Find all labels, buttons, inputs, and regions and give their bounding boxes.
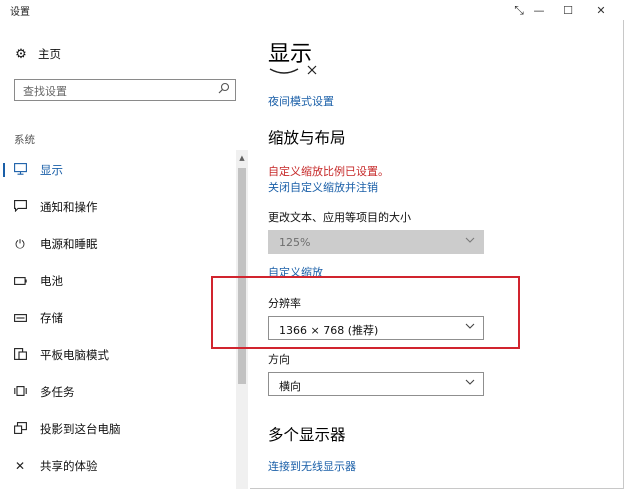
sidebar-item-label: 电源和睡眠 <box>40 237 98 251</box>
gear-icon: ⚙ <box>15 46 27 62</box>
project-icon <box>12 421 28 437</box>
close-button[interactable]: ✕ <box>586 0 616 20</box>
power-icon: ⏻ <box>15 236 25 251</box>
orientation-dropdown[interactable]: 横向 <box>268 372 484 396</box>
active-indicator <box>3 163 5 177</box>
window-title: 设置 <box>10 7 30 18</box>
sidebar-item-notifications[interactable]: 通知和操作 <box>0 193 236 221</box>
chevron-down-icon <box>465 235 475 248</box>
sidebar-item-label: 共享的体验 <box>40 459 98 473</box>
scroll-up-icon[interactable]: ▲ <box>236 152 248 164</box>
highlight-box <box>211 276 520 349</box>
storage-icon <box>12 311 28 325</box>
share-icon: ✕ <box>14 459 26 473</box>
sidebar-item-label: 多任务 <box>40 385 75 399</box>
sidebar-item-label: 存储 <box>40 311 63 325</box>
text-size-label: 更改文本、应用等项目的大小 <box>268 211 411 224</box>
scale-value: 125% <box>279 236 311 249</box>
sidebar-item-power[interactable]: ⏻ 电源和睡眠 <box>0 230 236 258</box>
monitor-icon <box>12 162 28 178</box>
settings-window: 设置 ⤡ — ☐ ✕ ⚙ 主页 查找设置 系统 显示 通知和操作 ⏻ 电源和睡眠… <box>0 0 624 489</box>
sidebar-item-project[interactable]: 投影到这台电脑 <box>0 415 236 443</box>
minimize-button[interactable]: — <box>524 0 554 20</box>
sidebar-item-label: 显示 <box>40 163 63 177</box>
sidebar-item-shared-experiences[interactable]: ✕ 共享的体验 <box>0 452 236 480</box>
custom-scale-warning: 自定义缩放比例已设置。 <box>268 165 389 178</box>
orientation-label: 方向 <box>268 353 290 366</box>
title-bar: 设置 ⤡ — ☐ ✕ <box>0 0 624 20</box>
disable-custom-scale-link[interactable]: 关闭自定义缩放并注销 <box>268 179 378 195</box>
sidebar-item-label: 平板电脑模式 <box>40 348 109 362</box>
sidebar-home[interactable]: ⚙ 主页 <box>12 44 61 64</box>
night-light-icon <box>268 64 324 78</box>
sidebar-item-battery[interactable]: 电池 <box>0 267 236 295</box>
sidebar-item-multitask[interactable]: 多任务 <box>0 378 236 406</box>
battery-icon <box>12 274 28 288</box>
multi-display-heading: 多个显示器 <box>268 426 346 444</box>
connect-wireless-display-link[interactable]: 连接到无线显示器 <box>268 458 356 474</box>
sidebar-item-storage[interactable]: 存储 <box>0 304 236 332</box>
sidebar-item-label: 投影到这台电脑 <box>40 422 121 436</box>
night-mode-settings-link[interactable]: 夜间模式设置 <box>268 93 334 109</box>
search-input[interactable]: 查找设置 <box>14 79 236 101</box>
search-placeholder: 查找设置 <box>23 85 67 98</box>
search-icon[interactable] <box>218 82 230 97</box>
tablet-mode-icon <box>12 347 28 363</box>
sidebar-item-label: 通知和操作 <box>40 200 98 214</box>
scale-dropdown: 125% <box>268 230 484 254</box>
section-system-label: 系统 <box>14 134 35 146</box>
notification-icon <box>12 199 28 215</box>
multitask-icon <box>12 385 28 399</box>
main-content: 显示 夜间模式设置 缩放与布局 自定义缩放比例已设置。 关闭自定义缩放并注销 更… <box>250 20 624 489</box>
sidebar-item-display[interactable]: 显示 <box>0 156 236 184</box>
orientation-value: 横向 <box>279 380 301 393</box>
scale-layout-heading: 缩放与布局 <box>268 129 346 147</box>
sidebar-item-tablet-mode[interactable]: 平板电脑模式 <box>0 341 236 369</box>
sidebar-item-label: 电池 <box>40 274 63 288</box>
sidebar: ⚙ 主页 查找设置 系统 显示 通知和操作 ⏻ 电源和睡眠 电池 存储 平板电脑… <box>0 20 250 489</box>
chevron-down-icon <box>465 377 475 390</box>
sidebar-home-label: 主页 <box>38 47 61 61</box>
maximize-button[interactable]: ☐ <box>553 0 583 20</box>
